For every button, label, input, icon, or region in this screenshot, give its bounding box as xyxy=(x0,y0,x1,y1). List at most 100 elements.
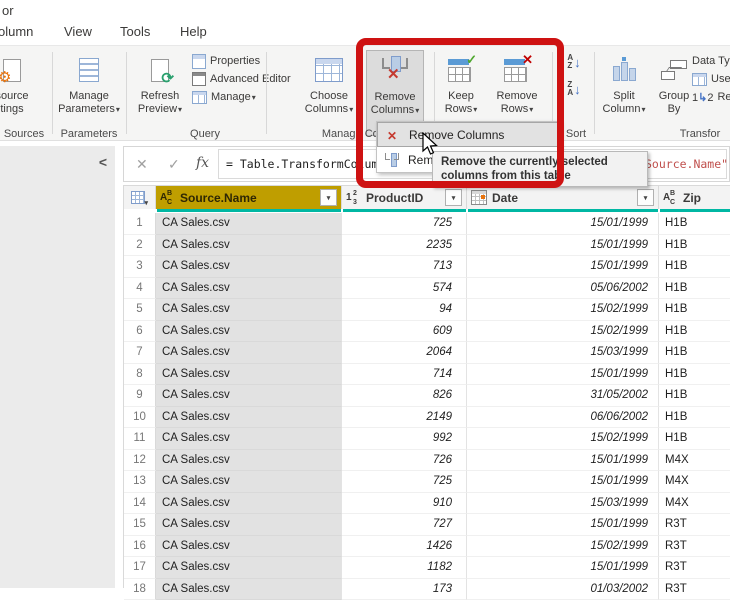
cell-zip[interactable]: H1B xyxy=(659,299,730,321)
sort-descending-button[interactable]: ZA ↓ xyxy=(558,77,590,101)
data-source-settings-button[interactable]: ⚙ source tings xyxy=(0,50,44,136)
cell-date[interactable]: 05/06/2002 xyxy=(467,278,659,300)
cell-product-id[interactable]: 1182 xyxy=(342,557,467,579)
cell-source-name[interactable]: CA Sales.csv xyxy=(156,471,342,493)
cell-date[interactable]: 15/02/1999 xyxy=(467,299,659,321)
data-type-button[interactable]: Data Type xyxy=(692,53,730,69)
filter-button[interactable]: ▾ xyxy=(320,189,337,206)
cell-zip[interactable]: H1B xyxy=(659,385,730,407)
cell-source-name[interactable]: CA Sales.csv xyxy=(156,407,342,429)
cell-source-name[interactable]: CA Sales.csv xyxy=(156,278,342,300)
cell-product-id[interactable]: 713 xyxy=(342,256,467,278)
cell-zip[interactable]: R3T xyxy=(659,536,730,558)
cell-zip[interactable]: R3T xyxy=(659,579,730,600)
cell-date[interactable]: 15/01/1999 xyxy=(467,450,659,472)
cell-source-name[interactable]: CA Sales.csv xyxy=(156,299,342,321)
cell-product-id[interactable]: 2235 xyxy=(342,235,467,257)
cell-zip[interactable]: H1B xyxy=(659,213,730,235)
cell-product-id[interactable]: 574 xyxy=(342,278,467,300)
cell-date[interactable]: 15/01/1999 xyxy=(467,471,659,493)
cell-source-name[interactable]: CA Sales.csv xyxy=(156,213,342,235)
cell-zip[interactable]: M4X xyxy=(659,493,730,515)
cell-date[interactable]: 15/01/1999 xyxy=(467,557,659,579)
cell-date[interactable]: 06/06/2002 xyxy=(467,407,659,429)
menu-item-remove-columns[interactable]: ✕ Remove Columns xyxy=(377,122,559,147)
cell-source-name[interactable]: CA Sales.csv xyxy=(156,428,342,450)
cell-zip[interactable]: M4X xyxy=(659,471,730,493)
cell-source-name[interactable]: CA Sales.csv xyxy=(156,235,342,257)
column-header-zip[interactable]: ABC Zip xyxy=(659,185,730,209)
cell-date[interactable]: 15/02/1999 xyxy=(467,321,659,343)
cell-product-id[interactable]: 727 xyxy=(342,514,467,536)
refresh-preview-button[interactable]: ⟳ Refresh Preview▾ xyxy=(132,50,188,136)
cell-zip[interactable]: H1B xyxy=(659,407,730,429)
cell-source-name[interactable]: CA Sales.csv xyxy=(156,321,342,343)
cell-date[interactable]: 15/03/1999 xyxy=(467,493,659,515)
cell-product-id[interactable]: 173 xyxy=(342,579,467,600)
cell-product-id[interactable]: 992 xyxy=(342,428,467,450)
cell-source-name[interactable]: CA Sales.csv xyxy=(156,364,342,386)
cell-product-id[interactable]: 725 xyxy=(342,213,467,235)
cell-product-id[interactable]: 2064 xyxy=(342,342,467,364)
column-header-source-name[interactable]: ABC Source.Name ▾ xyxy=(156,185,342,209)
group-by-button[interactable]: Group By xyxy=(652,50,696,136)
manage-button[interactable]: Manage ▾ xyxy=(192,89,256,105)
sort-ascending-button[interactable]: AZ ↓ xyxy=(558,50,590,74)
manage-parameters-button[interactable]: Manage Parameters▾ xyxy=(56,50,122,136)
cell-source-name[interactable]: CA Sales.csv xyxy=(156,514,342,536)
cell-source-name[interactable]: CA Sales.csv xyxy=(156,256,342,278)
properties-button[interactable]: Properties xyxy=(192,53,260,69)
cell-zip[interactable]: H1B xyxy=(659,235,730,257)
advanced-editor-button[interactable]: Advanced Editor xyxy=(192,71,291,87)
cell-product-id[interactable]: 1426 xyxy=(342,536,467,558)
filter-button[interactable]: ▾ xyxy=(445,189,462,206)
cell-date[interactable]: 01/03/2002 xyxy=(467,579,659,600)
cell-date[interactable]: 15/02/1999 xyxy=(467,428,659,450)
cell-product-id[interactable]: 2149 xyxy=(342,407,467,429)
cell-date[interactable]: 15/01/1999 xyxy=(467,213,659,235)
cell-source-name[interactable]: CA Sales.csv xyxy=(156,536,342,558)
cell-source-name[interactable]: CA Sales.csv xyxy=(156,579,342,600)
cell-zip[interactable]: H1B xyxy=(659,364,730,386)
cell-source-name[interactable]: CA Sales.csv xyxy=(156,493,342,515)
cell-product-id[interactable]: 910 xyxy=(342,493,467,515)
cell-zip[interactable]: H1B xyxy=(659,428,730,450)
cell-source-name[interactable]: CA Sales.csv xyxy=(156,385,342,407)
column-header-product-id[interactable]: 123 ProductID ▾ xyxy=(342,185,467,209)
replace-values-button[interactable]: 1↳2 Repla xyxy=(692,89,730,105)
cell-source-name[interactable]: CA Sales.csv xyxy=(156,557,342,579)
cell-date[interactable]: 15/01/1999 xyxy=(467,364,659,386)
cell-product-id[interactable]: 94 xyxy=(342,299,467,321)
cell-product-id[interactable]: 714 xyxy=(342,364,467,386)
filter-button[interactable]: ▾ xyxy=(637,189,654,206)
cell-date[interactable]: 15/02/1999 xyxy=(467,536,659,558)
cell-date[interactable]: 15/01/1999 xyxy=(467,514,659,536)
commit-formula-icon[interactable]: ✓ xyxy=(168,156,180,173)
choose-columns-button[interactable]: Choose Columns▾ xyxy=(300,50,358,136)
tab-help[interactable]: Help xyxy=(180,24,207,39)
cell-date[interactable]: 15/01/1999 xyxy=(467,235,659,257)
column-header-date[interactable]: Date ▾ xyxy=(467,185,659,209)
collapse-queries-pane-button[interactable]: < xyxy=(99,154,107,170)
cell-source-name[interactable]: CA Sales.csv xyxy=(156,450,342,472)
cell-product-id[interactable]: 725 xyxy=(342,471,467,493)
use-first-row-button[interactable]: Use F xyxy=(692,71,730,87)
cell-product-id[interactable]: 826 xyxy=(342,385,467,407)
cell-zip[interactable]: R3T xyxy=(659,514,730,536)
tab-view[interactable]: View xyxy=(64,24,92,39)
cell-date[interactable]: 15/03/1999 xyxy=(467,342,659,364)
cell-source-name[interactable]: CA Sales.csv xyxy=(156,342,342,364)
tab-tools[interactable]: Tools xyxy=(120,24,150,39)
cell-zip[interactable]: H1B xyxy=(659,342,730,364)
cell-zip[interactable]: H1B xyxy=(659,321,730,343)
cell-zip[interactable]: M4X xyxy=(659,450,730,472)
cell-product-id[interactable]: 609 xyxy=(342,321,467,343)
cell-zip[interactable]: H1B xyxy=(659,256,730,278)
cell-zip[interactable]: R3T xyxy=(659,557,730,579)
cell-date[interactable]: 31/05/2002 xyxy=(467,385,659,407)
cell-zip[interactable]: H1B xyxy=(659,278,730,300)
tab-add-column[interactable]: olumn xyxy=(0,24,33,39)
table-corner-button[interactable]: ▾ xyxy=(124,185,156,209)
split-column-button[interactable]: Split Column▾ xyxy=(598,50,650,136)
cancel-formula-icon[interactable]: ✕ xyxy=(136,156,148,173)
